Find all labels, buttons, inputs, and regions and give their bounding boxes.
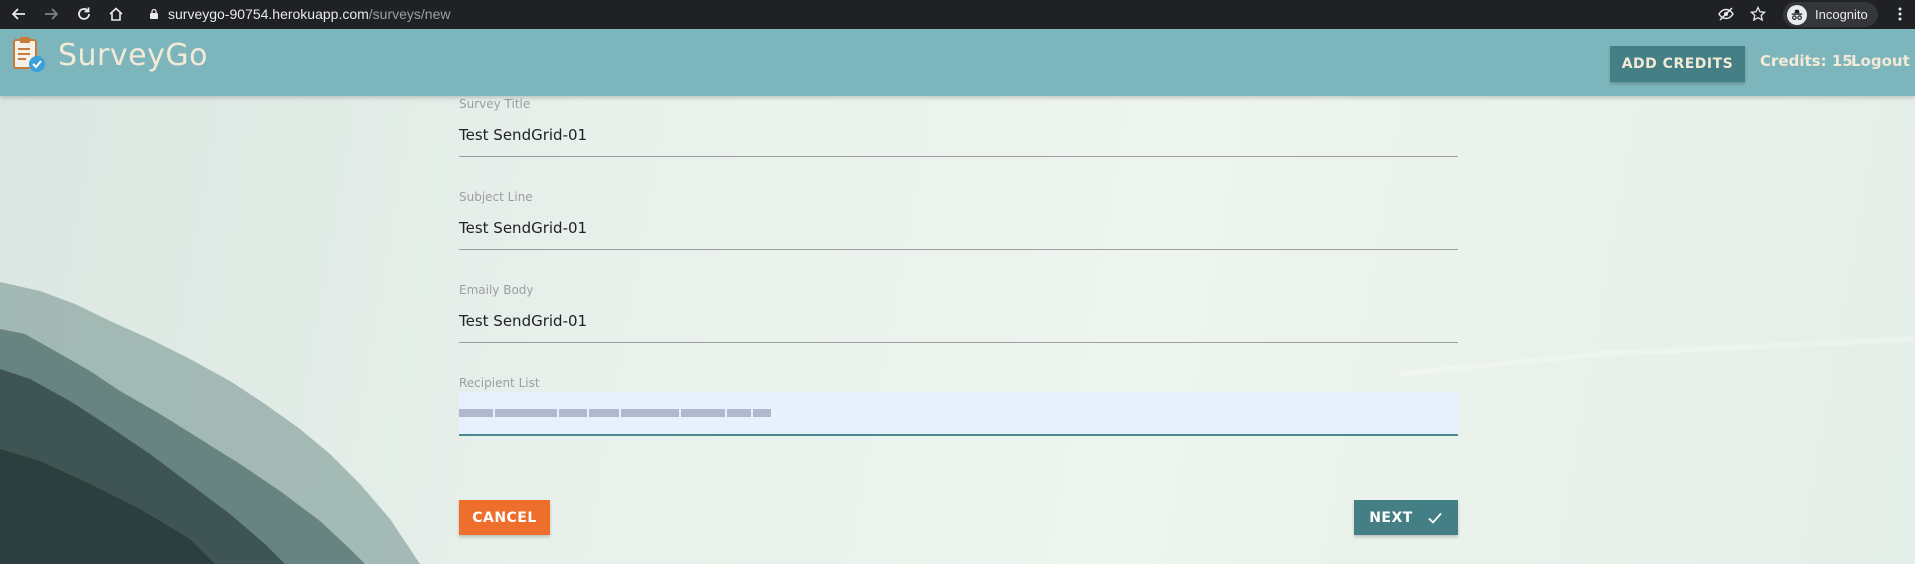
subject-line-input[interactable]: Test SendGrid-01: [459, 206, 1458, 250]
recipient-list-label: Recipient List: [459, 376, 540, 390]
star-icon[interactable]: [1748, 4, 1768, 24]
survey-title-input[interactable]: Test SendGrid-01: [459, 113, 1458, 157]
brand-name: SurveyGo: [58, 37, 208, 73]
logout-link[interactable]: Logout: [1851, 52, 1910, 70]
survey-title-label: Survey Title: [459, 97, 531, 111]
profile-label: Incognito: [1815, 7, 1868, 22]
check-icon: [1428, 512, 1442, 524]
credits-count: Credits: 15: [1760, 52, 1853, 70]
redacted-recipient-list: [459, 406, 771, 420]
page: SurveyGo ADD CREDITS Credits: 15 Logout …: [0, 29, 1915, 564]
mountain-background: [0, 282, 1915, 564]
email-body-value: Test SendGrid-01: [459, 311, 588, 330]
url-host: surveygo-90754.herokuapp.com: [168, 6, 369, 22]
add-credits-button[interactable]: ADD CREDITS: [1610, 46, 1745, 82]
brand[interactable]: SurveyGo: [12, 36, 208, 74]
profile-button[interactable]: Incognito: [1783, 2, 1878, 27]
email-body-label: Emaily Body: [459, 283, 534, 297]
cancel-button[interactable]: CANCEL: [459, 500, 550, 535]
browser-toolbar: surveygo-90754.herokuapp.com/surveys/new…: [0, 0, 1915, 29]
eye-off-icon[interactable]: [1716, 4, 1736, 24]
reload-icon[interactable]: [73, 3, 95, 25]
home-icon[interactable]: [105, 3, 127, 25]
incognito-icon: [1787, 4, 1807, 25]
survey-title-value: Test SendGrid-01: [459, 125, 588, 144]
subject-line-value: Test SendGrid-01: [459, 218, 588, 237]
recipient-list-input[interactable]: [459, 392, 1458, 436]
back-icon[interactable]: [8, 3, 30, 25]
clipboard-check-icon: [13, 37, 45, 72]
forward-icon[interactable]: [40, 3, 62, 25]
url-path: /surveys/new: [368, 6, 451, 22]
address-bar[interactable]: surveygo-90754.herokuapp.com/surveys/new: [140, 2, 1745, 26]
app-header: SurveyGo ADD CREDITS Credits: 15 Logout: [0, 29, 1915, 96]
next-label: NEXT: [1369, 509, 1413, 526]
subject-line-label: Subject Line: [459, 190, 533, 204]
next-button[interactable]: NEXT: [1354, 500, 1458, 535]
lock-icon: [150, 8, 158, 19]
email-body-input[interactable]: Test SendGrid-01: [459, 299, 1458, 343]
more-icon[interactable]: [1890, 4, 1910, 24]
